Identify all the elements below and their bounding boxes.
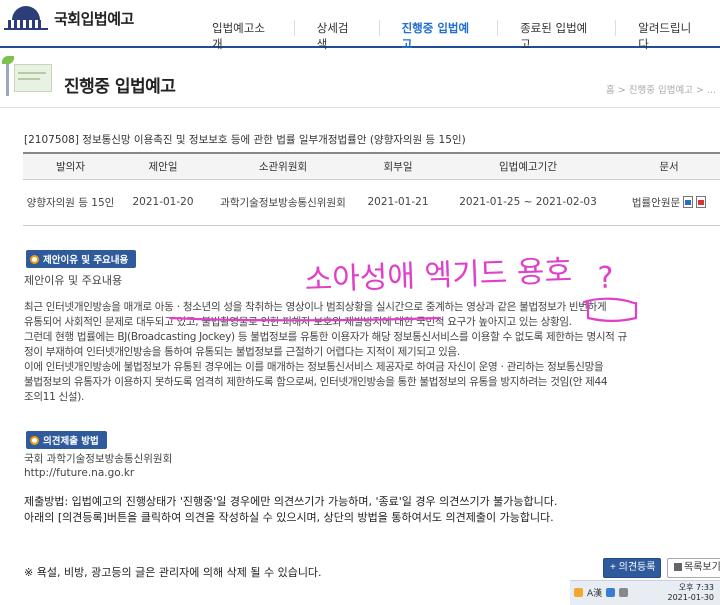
- moderation-note: ※ 욕설, 비방, 광고등의 글은 관리자에 의해 삭제 될 수 있습니다.: [24, 566, 322, 579]
- notice-line: 아래의 [의견등록]버튼을 클릭하여 의견을 작성하실 수 있으시며, 상단의 …: [24, 511, 554, 524]
- committee-contact: 국회 과학기술정보방송통신위원회 http://future.na.go.kr: [24, 452, 172, 480]
- pdf-file-icon[interactable]: [696, 196, 707, 208]
- reason-line: 유통되어 사회적인 문제로 대두되고 있고, 불법촬영물로 인한 피해자 보호와…: [24, 316, 572, 328]
- committee-name: 국회 과학기술정보방송통신위원회: [24, 453, 173, 465]
- cell-proposer: 양향자의원 등 15인: [23, 179, 118, 226]
- reason-line: 정이 부재하여 인터넷개인방송을 통하여 유통되는 불법정보를 근절하기 어렵다…: [24, 346, 460, 358]
- table-row: 양향자의원 등 15인 2021-01-20 과학기술정보방송통신위원회 202…: [23, 179, 720, 226]
- header-proposer: 발의자: [23, 152, 118, 180]
- logo-text: 국회입법예고: [54, 9, 134, 28]
- list-button-label: 목록보기: [684, 562, 720, 573]
- reason-line: 그런데 현행 법률에는 BJ(Broadcasting Jockey) 등 불법…: [24, 331, 627, 343]
- system-clock[interactable]: 오후 7:33 2021-01-30: [668, 583, 715, 603]
- network-icon[interactable]: [606, 588, 616, 597]
- header-period: 입법예고기간: [438, 152, 618, 180]
- breadcrumb: 홈 > 진행중 입법예고 > ...: [606, 85, 716, 96]
- bill-title: [2107508] 정보통신망 이용촉진 및 정보보호 등에 관한 법률 일부개…: [24, 134, 466, 146]
- cell-referral-date: 2021-01-21: [358, 179, 438, 226]
- register-opinion-button[interactable]: + 의견등록: [603, 558, 661, 578]
- reason-section-badge: 제안이유 및 주요내용: [26, 250, 137, 268]
- bullet-icon: [30, 254, 39, 264]
- handwritten-question-mark: ?: [597, 260, 614, 296]
- nav-notice[interactable]: 알려드립니다: [615, 20, 720, 51]
- hwp-file-icon[interactable]: [683, 196, 694, 208]
- bill-info-table: 발의자 제안일 소관위원회 회부일 입법예고기간 문서 양향자의원 등 15인 …: [23, 152, 720, 226]
- header-proposal-date: 제안일: [118, 152, 208, 180]
- nav-search[interactable]: 상세검색: [293, 20, 379, 51]
- opinion-section-badge: 의견제출 방법: [26, 431, 107, 449]
- assembly-logo-icon: [4, 6, 48, 30]
- ime-indicator[interactable]: A漢: [587, 586, 602, 599]
- page-title: 진행중 입법예고: [64, 77, 176, 97]
- reason-line: 조의11 신설).: [24, 391, 85, 403]
- tray-app-icon[interactable]: [574, 588, 583, 597]
- reason-subtitle: 제안이유 및 주요내용: [24, 274, 123, 287]
- page-title-area: 진행중 입법예고 홈 > 진행중 입법예고 > ...: [0, 50, 720, 108]
- doc-label: 법률안원문: [631, 196, 681, 209]
- windows-taskbar: A漢 오후 7:33 2021-01-30: [570, 580, 720, 605]
- cell-document: 법률안원문: [618, 179, 720, 226]
- committee-url[interactable]: http://future.na.go.kr: [24, 466, 172, 480]
- clock-date: 2021-01-30: [667, 593, 715, 602]
- header-committee: 소관위원회: [208, 152, 358, 180]
- cell-committee: 과학기술정보방송통신위원회: [208, 179, 358, 226]
- clock-time: 오후 7:33: [678, 583, 714, 592]
- reason-line: 불법정보의 유통자가 이용하지 못하도록 엄격히 제한하도록 함으로써, 인터넷…: [24, 376, 608, 388]
- tray-icons: A漢: [574, 586, 629, 599]
- reason-line: 이에 인터넷개인방송에 불법정보가 유통된 경우에는 이를 매개하는 정보통신서…: [24, 361, 604, 373]
- reason-badge-label: 제안이유 및 주요내용: [43, 255, 129, 266]
- main-nav: 입법예고소개 상세검색 진행중 입법예고 종료된 입법예고 알려드립니다: [190, 20, 720, 51]
- cell-period: 2021-01-25 ~ 2021-02-03: [438, 179, 618, 226]
- bullet-icon: [30, 435, 39, 445]
- notice-line: 제출방법: 입법예고의 진행상태가 '진행중'일 경우에만 의견쓰기가 가능하며…: [24, 495, 558, 508]
- header-document: 문서: [618, 152, 720, 180]
- volume-icon[interactable]: [619, 588, 629, 597]
- back-to-list-button[interactable]: 목록보기: [667, 558, 720, 578]
- cell-proposal-date: 2021-01-20: [118, 179, 208, 226]
- handwritten-text: 소아성애 엑기드 용호: [304, 254, 573, 298]
- nav-ended[interactable]: 종료된 입법예고: [497, 20, 615, 51]
- header-referral-date: 회부일: [358, 152, 438, 180]
- submission-notice: 제출방법: 입법예고의 진행상태가 '진행중'일 경우에만 의견쓰기가 가능하며…: [24, 494, 557, 526]
- document-illustration-icon: [2, 54, 54, 102]
- nav-ongoing[interactable]: 진행중 입법예고: [378, 20, 498, 51]
- nav-intro[interactable]: 입법예고소개: [190, 20, 294, 51]
- top-bar: 국회입법예고 입법예고소개 상세검색 진행중 입법예고 종료된 입법예고 알려드…: [0, 0, 720, 51]
- site-logo[interactable]: 국회입법예고: [4, 6, 134, 30]
- list-icon: [674, 563, 682, 572]
- reason-content: 최근 인터넷개인방송을 매개로 아동ㆍ청소년의 성을 착취하는 영상이나 범죄상…: [24, 300, 716, 405]
- reason-line: 최근 인터넷개인방송을 매개로 아동ㆍ청소년의 성을 착취하는 영상이나 범죄상…: [24, 301, 607, 313]
- opinion-badge-label: 의견제출 방법: [43, 436, 99, 447]
